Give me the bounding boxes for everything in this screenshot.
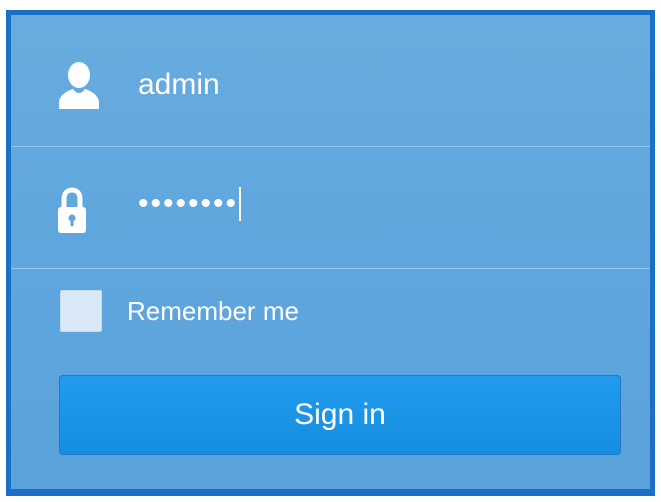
password-field[interactable]: ••••••••: [11, 147, 650, 269]
user-icon: [59, 62, 99, 109]
text-cursor: [239, 187, 242, 221]
remember-me: Remember me: [60, 290, 299, 332]
remember-me-checkbox[interactable]: [60, 290, 102, 332]
password-mask: ••••••••: [138, 187, 239, 220]
password-value: ••••••••: [138, 187, 242, 221]
login-frame: admin •••••••• Remember me Sign in: [0, 0, 661, 502]
username-value: admin: [138, 68, 220, 101]
sign-in-button[interactable]: Sign in: [59, 375, 621, 455]
username-field[interactable]: admin: [11, 15, 650, 147]
lock-icon: [58, 187, 86, 233]
remember-me-label[interactable]: Remember me: [127, 296, 299, 327]
login-panel: admin •••••••• Remember me Sign in: [6, 10, 655, 496]
